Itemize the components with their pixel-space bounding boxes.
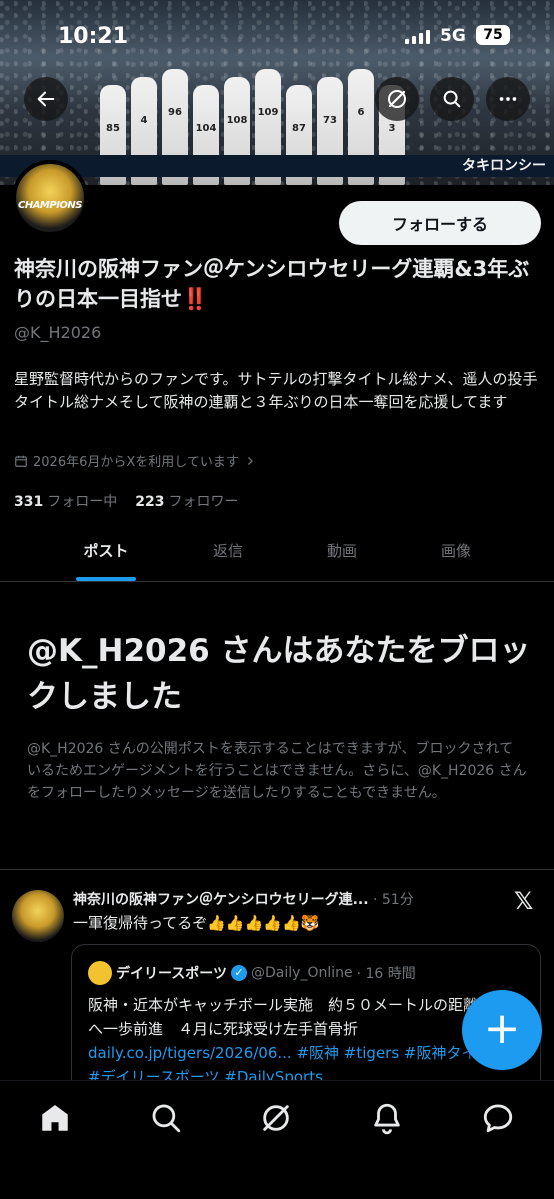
search-icon [443,90,461,108]
player-number: 104 [195,123,217,134]
arrow-left-icon [37,91,55,107]
chevron-right-icon [247,456,253,465]
player-number: 96 [168,107,182,118]
user-bio: 星野監督時代からのファンです。サトテルの打撃タイトル総ナメ、遥人の投手タイトル総… [14,370,538,411]
nav-home[interactable] [38,1101,72,1135]
back-button[interactable] [24,77,68,121]
quote-header: デイリースポーツ ✓ @Daily_Online · 16 時間 [88,961,416,985]
joined-date[interactable]: 2026年6月からXを利用しています [14,451,256,470]
player-number: 6 [357,107,365,118]
quote-text: 阪神・近本がキャッチボール実施 約５０メートルの距離 復活へ一歩前進 ４月に死球… [88,996,524,1038]
bell-icon [374,1103,400,1135]
display-name: 神奈川の阪神ファン＠ケンシロウセリーグ連覇&3年ぶりの日本一目指せ‼️ [14,254,544,314]
status-time: 10:21 [58,24,129,49]
blocked-description: @K_H2026 さんの公開ポストを表示することはできますが、ブロックされている… [27,741,527,801]
signal-icon [405,28,430,44]
tweet-header: 神奈川の阪神ファン＠ケンシロウセリーグ連... · 51分 [73,889,493,909]
player-number: 87 [292,123,306,134]
quote-link[interactable]: daily.co.jp/tigers/2026/06... [88,1044,292,1062]
profile-tabs: ポスト 返信 動画 画像 [0,528,554,582]
tweet-author[interactable]: 神奈川の阪神ファン＠ケンシロウセリーグ連... [73,892,369,908]
search-icon [152,1104,181,1133]
tweet-time: · 51分 [373,892,414,908]
joined-text: 2026年6月からXを利用しています [33,455,239,470]
tweet-avatar[interactable] [12,890,64,942]
followers-link[interactable]: 223 フォロワー [135,491,238,511]
battery-icon: 75 [476,25,510,45]
followers-count: 223 [135,494,165,510]
avatar-logo: CHAMPIONS [17,200,83,211]
player-number: 3 [388,123,396,134]
display-name-emoji: ‼️ [182,287,209,311]
bottom-nav [0,1080,554,1199]
more-button[interactable] [486,77,530,121]
calendar-icon [15,455,27,467]
following-count: 331 [14,494,44,510]
verified-icon: ✓ [231,965,248,981]
grok-icon [388,90,406,108]
status-bar: 10:21 5G 75 [0,0,554,70]
display-name-text: 神奈川の阪神ファン＠ケンシロウセリーグ連覇&3年ぶりの日本一目指せ [14,257,530,311]
chat-bubble-icon [483,1104,513,1133]
followers-label: フォロワー [168,494,239,510]
player-number: 85 [106,123,120,134]
more-icon [499,97,517,101]
compose-button[interactable]: + [462,990,542,1070]
tab-images[interactable]: 画像 [400,528,512,582]
quote-handle: @Daily_Online [251,965,353,981]
divider [0,869,554,870]
network-label: 5G [440,26,466,46]
blocked-title: @K_H2026 さんはあなたをブロックしました [27,633,531,715]
nav-notifications[interactable] [370,1101,404,1135]
player-number: 73 [323,115,337,126]
following-link[interactable]: 331 フォロー中 [14,491,117,511]
quote-time: · 16 時間 [356,966,416,982]
tab-posts[interactable]: ポスト [50,528,162,582]
nav-search[interactable] [149,1101,183,1135]
nav-grok[interactable] [259,1101,293,1135]
player-number: 108 [226,115,248,126]
follow-stats: 331 フォロー中 223 フォロワー [14,491,238,511]
tab-replies[interactable]: 返信 [172,528,284,582]
grok-button[interactable] [375,77,419,121]
following-label: フォロー中 [47,494,118,510]
user-handle: @K_H2026 [14,323,102,342]
tab-videos[interactable]: 動画 [286,528,398,582]
quote-author: デイリースポーツ [116,966,228,982]
quote-avatar [88,961,112,985]
home-icon [42,1104,68,1131]
search-button[interactable] [430,77,474,121]
player-number: 109 [257,107,279,118]
tweet-text: 一軍復帰待ってるぞ👍👍👍👍👍🐯 [73,914,320,932]
profile-avatar[interactable]: CHAMPIONS [12,160,88,236]
x-logo-icon[interactable]: 𝕏 [514,887,533,915]
quote-body: 阪神・近本がキャッチボール実施 約５０メートルの距離 復活へ一歩前進 ４月に死球… [88,993,528,1089]
nav-messages[interactable] [481,1101,515,1135]
active-tab-indicator [76,577,136,581]
banner-ad-text: タキロンシー [462,158,546,174]
grok-icon [263,1105,289,1131]
follow-button[interactable]: フォローする [339,201,541,245]
player-number: 4 [140,115,148,126]
